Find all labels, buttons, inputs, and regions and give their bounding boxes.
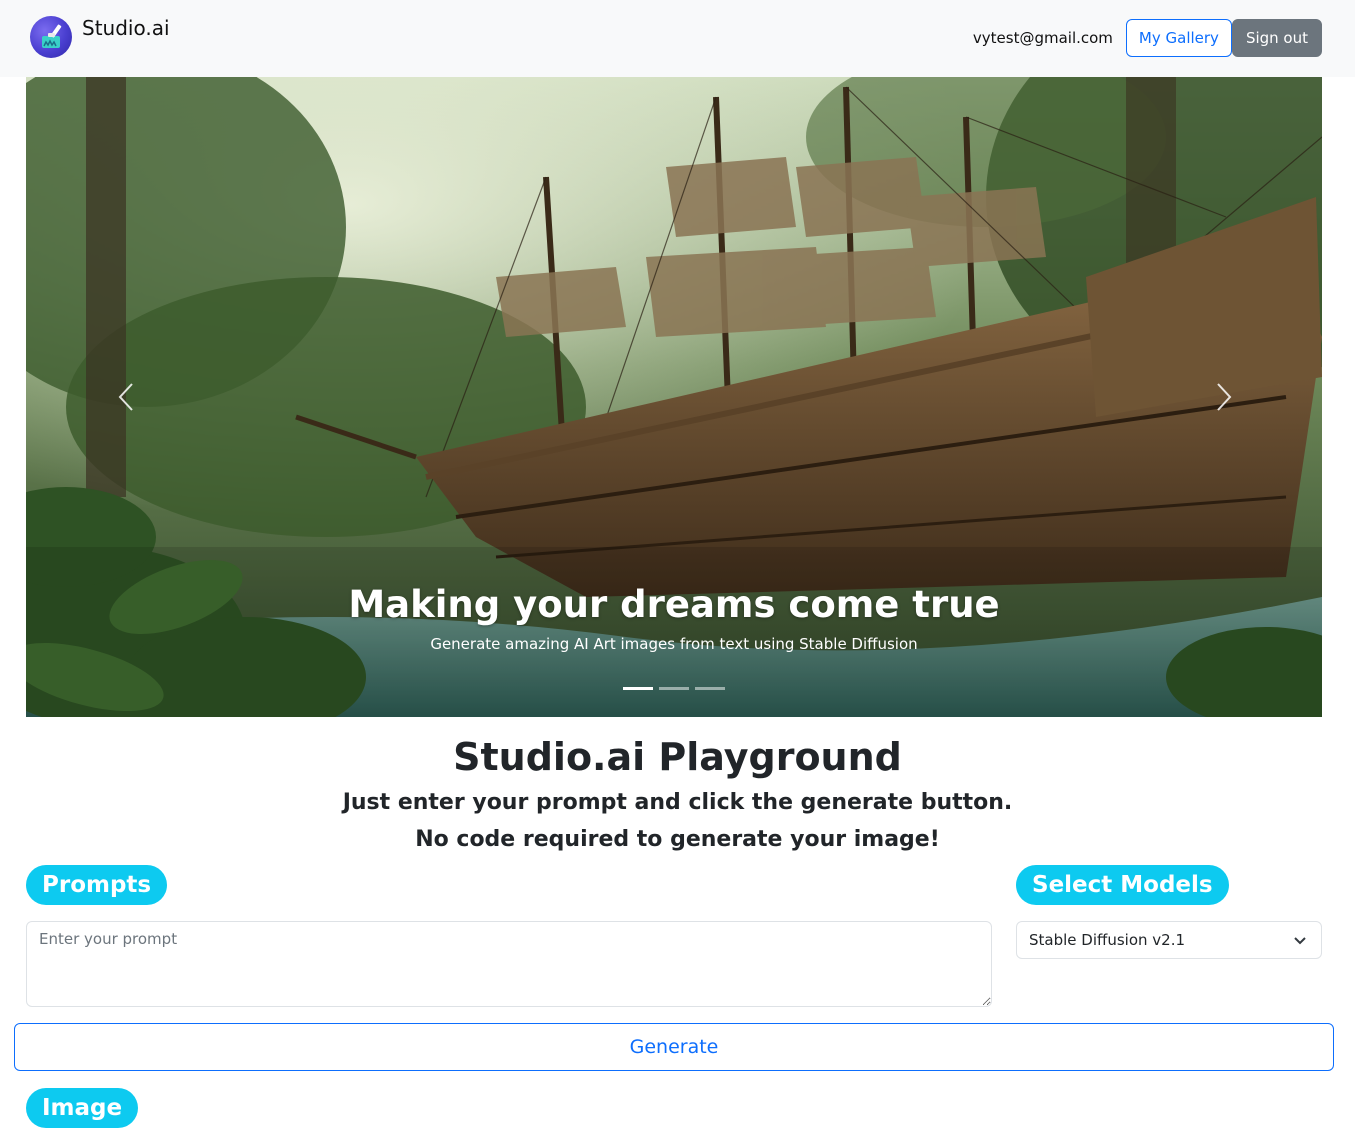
model-select-value: Stable Diffusion v2.1 — [1029, 931, 1186, 949]
intro-line-1: Just enter your prompt and click the gen… — [342, 790, 1013, 815]
image-label: Image — [26, 1088, 139, 1128]
carousel-indicators — [26, 687, 1322, 690]
hero-carousel: Making your dreams come true Generate am… — [26, 77, 1322, 717]
model-select[interactable]: Stable Diffusion v2.1 — [1016, 921, 1322, 959]
carousel-indicator[interactable] — [695, 687, 725, 690]
brand-name: Studio.ai — [82, 16, 170, 40]
sign-out-button[interactable]: Sign out — [1231, 19, 1322, 57]
caption-title: Making your dreams come true — [348, 583, 1000, 626]
select-models-label: Select Models — [1016, 865, 1229, 905]
generate-button[interactable]: Generate — [14, 1023, 1334, 1071]
carousel-prev-button[interactable] — [96, 377, 156, 417]
page-title: Studio.ai Playground — [453, 735, 902, 779]
my-gallery-button[interactable]: My Gallery — [1125, 19, 1232, 57]
carousel-next-button[interactable] — [1194, 377, 1254, 417]
chevron-right-icon — [1217, 383, 1232, 411]
carousel-indicator[interactable] — [623, 687, 653, 690]
carousel-indicator[interactable] — [659, 687, 689, 690]
prompts-label: Prompts — [26, 865, 168, 905]
intro-line-2: No code required to generate your image! — [415, 827, 940, 852]
nav-right: vytest@gmail.com My Gallery Sign out — [973, 19, 1322, 57]
carousel-caption: Making your dreams come true Generate am… — [26, 583, 1322, 653]
brand[interactable]: Studio.ai — [30, 16, 170, 58]
prompt-input[interactable] — [26, 921, 992, 1007]
caption-subtitle: Generate amazing AI Art images from text… — [430, 635, 918, 653]
navbar: Studio.ai vytest@gmail.com My Gallery Si… — [0, 0, 1355, 77]
chevron-down-icon — [1294, 937, 1306, 945]
chevron-left-icon — [118, 383, 133, 411]
user-email: vytest@gmail.com — [972, 29, 1113, 47]
paint-brush-icon — [30, 16, 72, 58]
